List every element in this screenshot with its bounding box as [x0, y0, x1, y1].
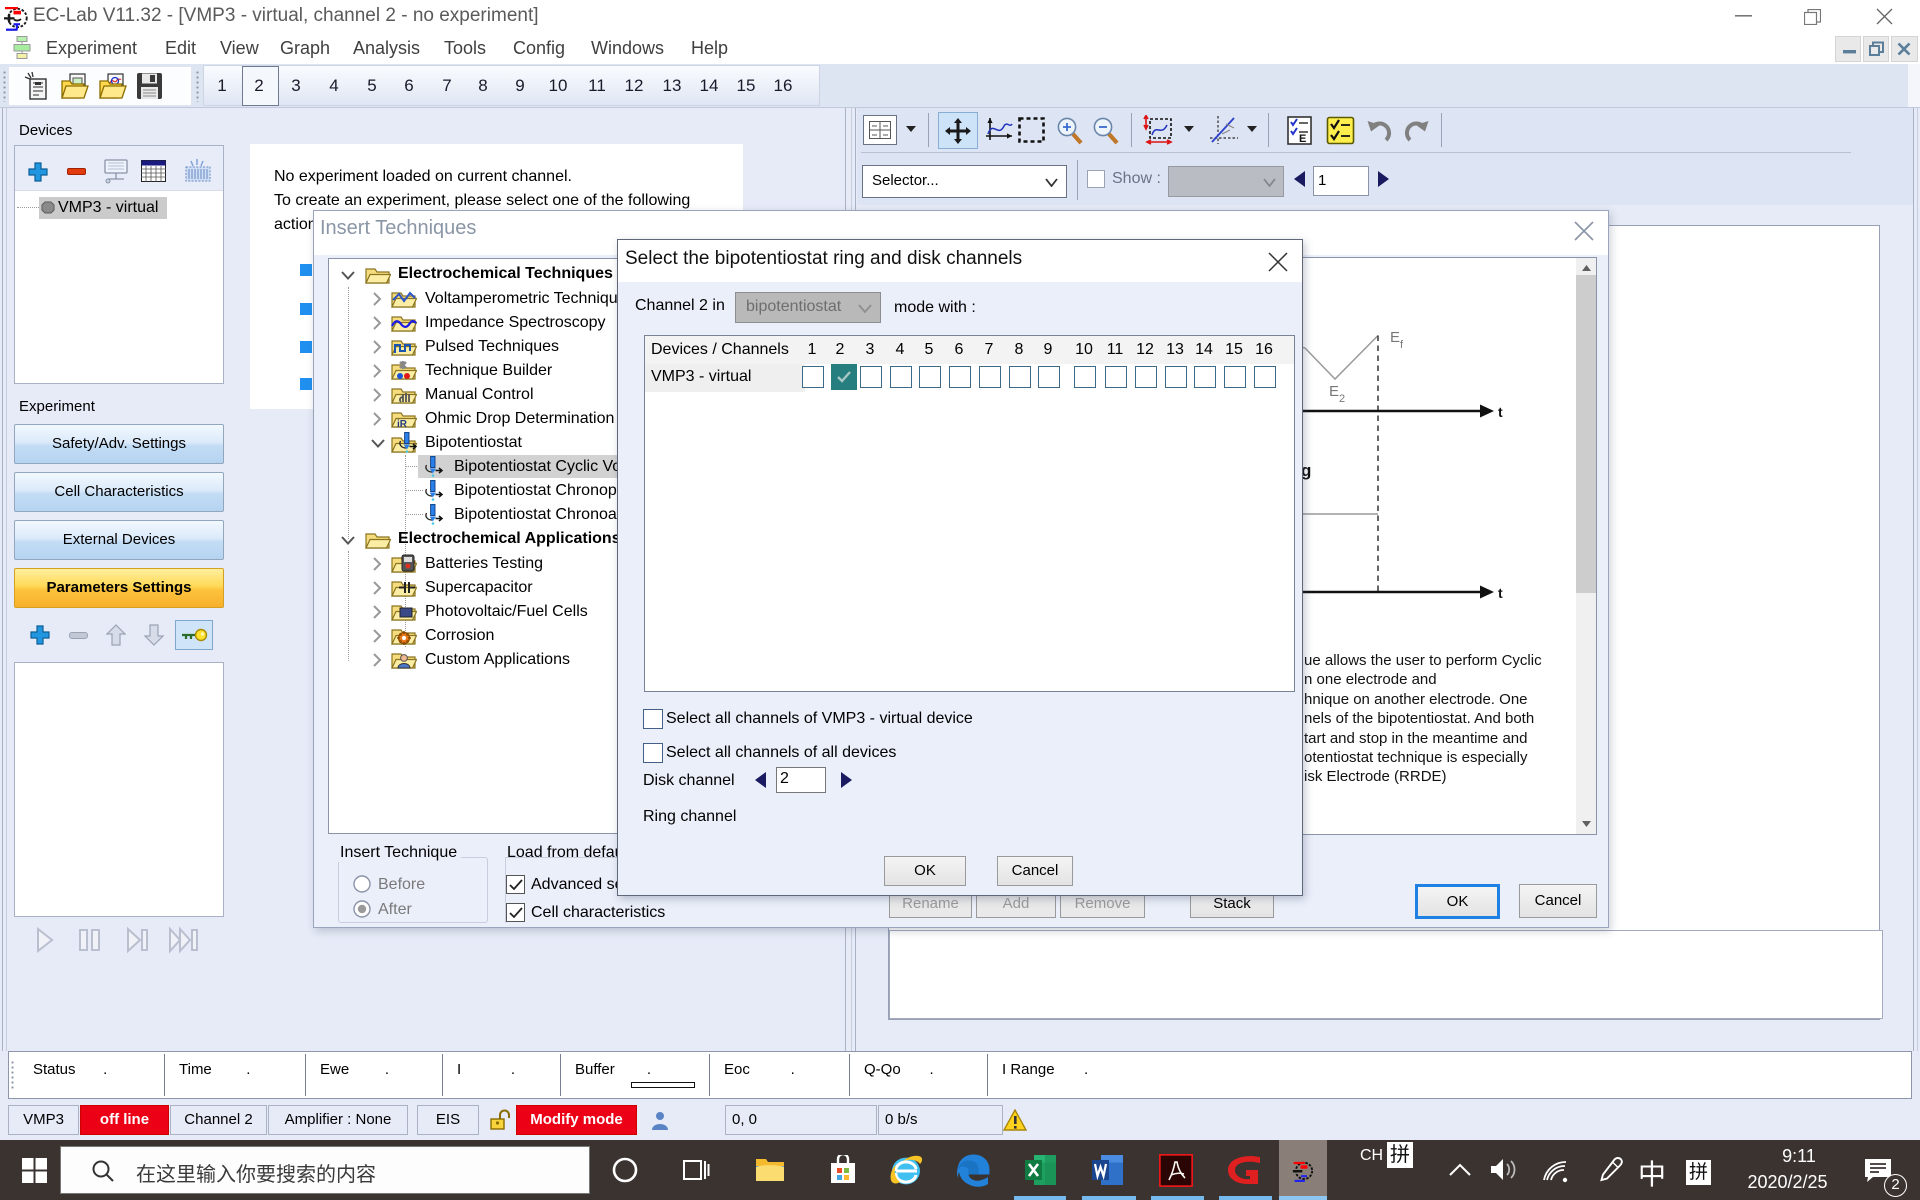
svg-text:t: t: [1498, 404, 1503, 420]
svg-text:E: E: [1329, 383, 1339, 400]
svg-text:t: t: [1498, 585, 1503, 601]
svg-text:E: E: [1299, 133, 1306, 145]
svg-text:2: 2: [1339, 393, 1345, 405]
svg-text:iR: iR: [397, 419, 408, 429]
svg-text:f: f: [1400, 339, 1404, 351]
svg-text:E: E: [1390, 329, 1400, 346]
